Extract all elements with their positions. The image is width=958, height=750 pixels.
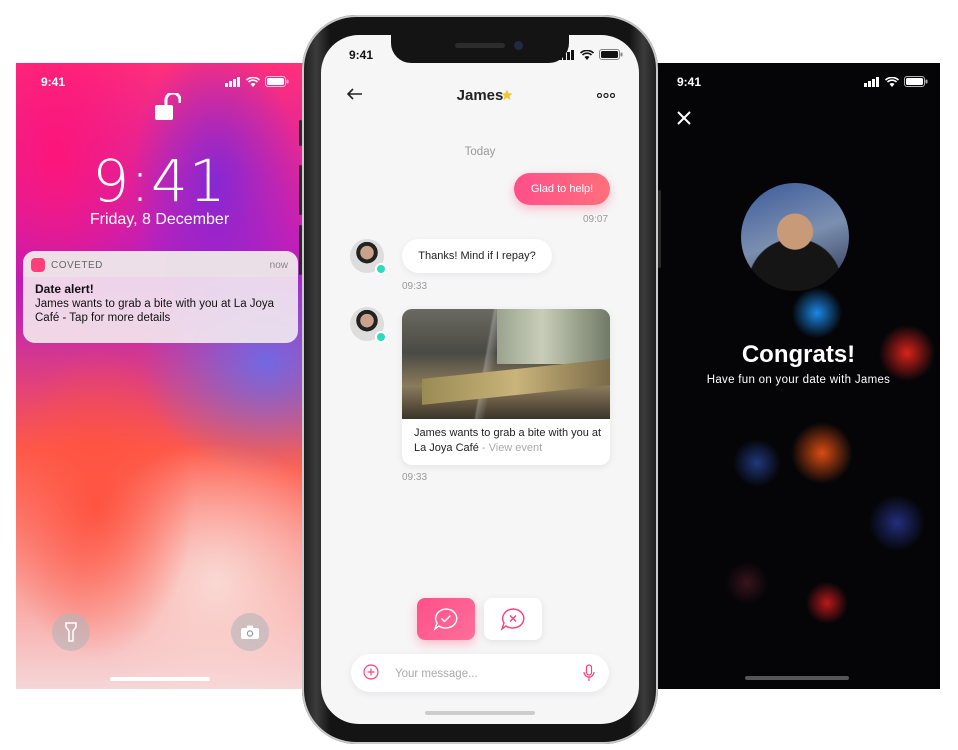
plus-icon[interactable] [363,664,379,680]
contact-name[interactable]: James [321,87,639,104]
online-indicator [375,263,387,275]
congrats-title: Congrats! [741,341,856,368]
status-icons [559,49,623,60]
event-card[interactable]: James wants to grab a bite with you at L… [402,309,610,465]
status-time: 9:41 [349,48,374,62]
event-card-separator: - [478,442,489,454]
status-bar: 9:41 [16,71,303,91]
close-icon[interactable] [677,111,691,125]
status-icons [864,76,928,87]
photo-counter [422,359,610,405]
photo-window [497,309,610,364]
lock-clock: 9:41 [92,147,227,215]
message-bubble-received[interactable]: Thanks! Mind if I repay? [402,239,552,273]
message-timestamp: 09:33 [402,472,428,483]
congrats-screen: 9:41 Congrats! Have fun on your date wit… [657,63,940,689]
front-camera [514,41,523,50]
star-icon[interactable] [501,89,513,101]
status-icons [225,76,289,87]
decline-button[interactable] [484,598,542,640]
notification-card[interactable]: COVETED now Date alert! James wants to g… [23,251,298,343]
notification-title: Date alert! [35,282,94,296]
message-timestamp: 09:07 [583,214,609,225]
signal-icon [559,49,574,60]
congrats-subtitle: Have fun on your date with James [706,374,891,386]
message-input[interactable] [393,663,577,685]
status-time: 9:41 [677,75,702,89]
battery-icon [265,76,289,87]
more-icon[interactable] [597,93,615,98]
match-photo [741,183,849,291]
mic-icon[interactable] [583,664,595,682]
event-card-text: James wants to grab a bite with you at L… [414,426,604,456]
notch [391,35,569,63]
camera-icon [241,625,259,639]
battery-icon [599,49,623,60]
message-timestamp: 09:33 [402,281,428,292]
signal-icon [864,76,879,87]
battery-icon [904,76,928,87]
flashlight-button[interactable] [52,613,90,651]
lock-screen: 9:41 9:41 Friday, 8 December COVETED now… [16,63,303,689]
home-indicator[interactable] [110,677,210,681]
home-indicator[interactable] [745,676,849,680]
wifi-icon [885,76,899,87]
coveted-app-icon [31,258,45,272]
message-composer [351,654,609,692]
power-button [658,190,661,268]
signal-icon [225,76,240,87]
status-time: 9:41 [41,75,66,89]
message-bubble-sent[interactable]: Glad to help! [514,173,610,205]
wifi-icon [246,76,260,87]
notification-time: now [269,260,288,271]
accept-button[interactable] [417,598,475,640]
flashlight-icon [65,622,77,642]
notification-app-name: COVETED [51,260,103,271]
speaker-grille [455,43,505,48]
decline-icon [500,608,525,631]
date-divider: Today [464,146,496,158]
phone-frame: 9:41 James Today Glad to help! 09:07 Tha… [302,15,658,744]
home-indicator[interactable] [425,711,535,715]
accept-icon [433,608,458,631]
camera-button[interactable] [231,613,269,651]
restaurant-photo [402,309,610,419]
wifi-icon [580,49,594,60]
view-event-link[interactable]: View event [489,442,543,454]
lock-date: Friday, 8 December [89,211,230,228]
notification-body: James wants to grab a bite with you at L… [35,298,275,324]
unlocked-padlock-icon [155,93,181,120]
chat-screen: 9:41 James Today Glad to help! 09:07 Tha… [321,35,639,724]
online-indicator [375,331,387,343]
